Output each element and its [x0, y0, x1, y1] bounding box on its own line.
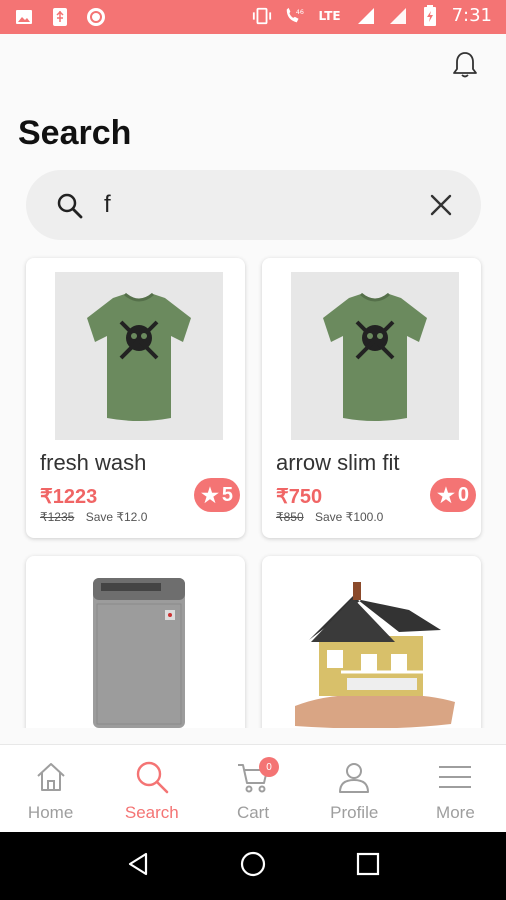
gallery-icon: [14, 7, 34, 27]
product-card[interactable]: [262, 556, 481, 728]
signal-label: 46: [295, 9, 303, 16]
product-mrp: ₹850: [276, 510, 304, 524]
vibrate-icon: [252, 6, 272, 26]
usb-icon: [50, 7, 70, 27]
product-save: Save ₹100.0: [315, 510, 384, 524]
nav-cart[interactable]: 0 Cart: [202, 745, 303, 832]
recents-icon[interactable]: [354, 850, 382, 882]
product-savings: ₹1235 Save ₹12.0: [40, 510, 147, 524]
nav-cart-label: Cart: [236, 803, 270, 822]
profile-icon: [336, 759, 372, 795]
clock: 7:31: [451, 5, 492, 26]
rating-badge: ★ 5: [194, 478, 240, 512]
product-mrp: ₹1235: [40, 510, 75, 524]
nav-profile-label: Profile: [330, 803, 379, 822]
nav-search[interactable]: Search: [101, 745, 202, 832]
menu-icon: [437, 759, 473, 795]
star-icon: ★: [200, 484, 219, 507]
back-icon[interactable]: [124, 850, 152, 882]
product-image: [291, 272, 459, 440]
network-label: LTE: [318, 8, 341, 23]
search-input[interactable]: [104, 188, 414, 222]
product-save: Save ₹12.0: [85, 510, 148, 524]
home-button-icon[interactable]: [239, 850, 267, 882]
search-icon: [134, 759, 170, 795]
system-nav-bar: [0, 832, 506, 900]
search-bar: [26, 170, 481, 240]
product-card[interactable]: fresh wash ₹1223 ₹1235 Save ₹12.0 ★ 5: [26, 258, 245, 538]
page-title: Search: [18, 114, 132, 152]
cart-icon: 0: [235, 757, 279, 795]
product-price: ₹1223: [40, 486, 98, 508]
product-grid: fresh wash ₹1223 ₹1235 Save ₹12.0 ★ 5 ar…: [0, 244, 506, 728]
nav-more-label: More: [436, 803, 475, 822]
nav-home[interactable]: Home: [0, 745, 101, 832]
bottom-nav: Home Search 0 Cart Profile More: [0, 744, 506, 832]
product-savings: ₹850 Save ₹100.0: [276, 510, 383, 524]
rating-value: 5: [221, 483, 234, 506]
rating-value: 0: [457, 483, 470, 506]
lte-icon: LTE: [316, 6, 344, 26]
rating-badge: ★ 0: [430, 478, 476, 512]
home-icon: [33, 759, 69, 795]
product-image: [55, 570, 223, 728]
status-bar: 46 LTE 7:31: [0, 0, 506, 34]
product-card[interactable]: [26, 556, 245, 728]
nav-home-label: Home: [27, 803, 74, 822]
cart-count-badge: 0: [259, 757, 279, 777]
product-card[interactable]: arrow slim fit ₹750 ₹850 Save ₹100.0 ★ 0: [262, 258, 481, 538]
product-image: [55, 272, 223, 440]
product-name: fresh wash: [40, 450, 147, 475]
signal-icon: [356, 6, 376, 26]
nav-search-label: Search: [124, 803, 179, 822]
product-name: arrow slim fit: [276, 450, 400, 475]
battery-icon: [420, 4, 440, 26]
notification-bell-icon[interactable]: [450, 50, 480, 80]
call-icon: 46: [284, 6, 304, 26]
star-icon: ★: [436, 484, 455, 507]
product-image: [291, 570, 459, 728]
search-icon: [56, 192, 84, 220]
record-icon: [86, 7, 106, 27]
product-price: ₹750: [276, 486, 323, 508]
nav-profile[interactable]: Profile: [304, 745, 405, 832]
signal-icon-2: [388, 6, 408, 26]
nav-more[interactable]: More: [405, 745, 506, 832]
clear-icon[interactable]: [429, 193, 453, 217]
